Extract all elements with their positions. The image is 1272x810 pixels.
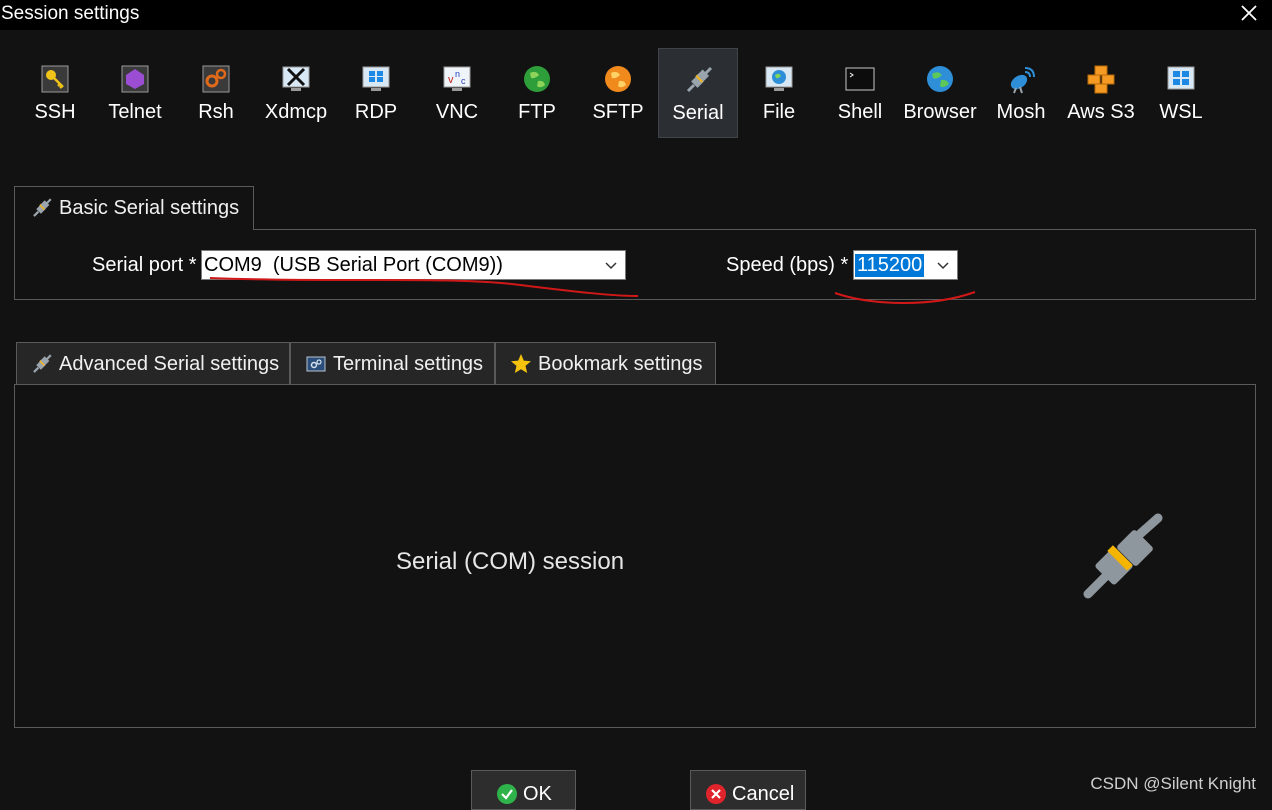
serial-plug-icon [33,198,52,217]
advanced-settings-panel [14,384,1256,728]
protocol-label: Mosh [996,101,1046,123]
mosh-satellite-icon [1010,67,1035,94]
protocol-mosh[interactable]: Mosh [981,48,1061,138]
tab-basic-serial-settings[interactable]: Basic Serial settings [14,186,254,230]
tab-terminal-settings[interactable]: Terminal settings [290,342,495,386]
protocol-ssh[interactable]: SSH [15,48,95,138]
ok-label: OK [523,783,552,805]
chevron-down-icon[interactable] [597,251,625,279]
protocol-label: Xdmcp [264,101,328,123]
protocol-label: Shell [837,101,883,123]
protocol-label: VNC [435,101,479,123]
tab-join [15,228,253,231]
close-icon[interactable] [1240,4,1258,22]
file-monitor-icon [765,66,793,91]
svg-text:v: v [448,74,454,86]
tab-bookmark-settings[interactable]: Bookmark settings [495,342,716,386]
browser-globe-icon [927,66,953,92]
tab-label: Terminal settings [333,353,484,375]
session-type-caption: Serial (COM) session [396,548,625,575]
protocol-telnet[interactable]: Telnet [95,48,175,138]
serial-plug-icon [1083,513,1163,599]
tab-label: Advanced Serial settings [59,353,280,375]
cancel-label: Cancel [732,783,795,805]
rsh-icon [202,65,230,93]
protocol-label: Browser [903,101,977,123]
ssh-key-icon [41,65,69,93]
shell-terminal-icon [845,67,875,91]
protocol-sftp[interactable]: SFTP [578,48,658,138]
serial-plug-icon [686,66,713,93]
rdp-icon [362,66,390,91]
tab-advanced-serial-settings[interactable]: Advanced Serial settings [16,342,290,386]
title-bar: Session settings [0,0,1272,30]
protocol-label: File [762,101,796,123]
window-title: Session settings [1,3,140,24]
chevron-down-icon[interactable] [929,251,957,279]
serial-port-select[interactable]: COM9 (USB Serial Port (COM9)) [201,250,626,280]
protocol-label: RDP [354,101,398,123]
protocol-rsh[interactable]: Rsh [176,48,256,138]
terminal-settings-icon [306,356,326,372]
sftp-globe-icon [605,66,631,92]
protocol-shell[interactable]: Shell [820,48,900,138]
protocol-label: Aws S3 [1067,101,1135,123]
protocol-label: Serial [672,102,724,124]
ok-button[interactable]: OK [471,770,576,810]
protocol-label: SFTP [592,101,644,123]
speed-value: 115200 [855,254,925,277]
aws-s3-icon [1087,65,1115,94]
protocol-rdp[interactable]: RDP [336,48,416,138]
telnet-icon [121,65,149,93]
protocol-browser[interactable]: Browser [900,48,980,138]
svg-text:n: n [455,69,460,79]
protocol-xdmcp[interactable]: Xdmcp [256,48,336,138]
protocol-ftp[interactable]: FTP [497,48,577,138]
protocol-label: SSH [34,101,76,123]
protocol-vnc[interactable]: v n c VNC [417,48,497,138]
vnc-icon: v n c [443,66,471,91]
protocol-label: Rsh [198,101,234,123]
wsl-windows-icon [1167,66,1195,90]
svg-text:c: c [461,76,466,86]
speed-select[interactable]: 115200 [853,250,958,280]
check-icon [497,784,517,804]
tab-label: Bookmark settings [538,353,703,375]
cancel-button[interactable]: Cancel [690,770,806,810]
protocol-file[interactable]: File [739,48,819,138]
xdmcp-icon [282,66,310,91]
ftp-globe-icon [524,66,550,92]
protocol-serial[interactable]: Serial [658,48,738,138]
serial-plug-icon [33,354,52,373]
tab-label: Basic Serial settings [59,197,240,219]
protocol-aws-s3[interactable]: Aws S3 [1061,48,1141,138]
protocol-label: Telnet [108,101,162,123]
speed-label: Speed (bps) * [726,254,849,276]
watermark: CSDN @Silent Knight [1090,774,1256,793]
close-circle-icon [706,784,726,804]
star-icon [511,354,531,373]
protocol-label: FTP [518,101,556,123]
protocol-wsl[interactable]: WSL [1141,48,1221,138]
serial-port-value: COM9 (USB Serial Port (COM9)) [204,254,503,276]
protocol-label: WSL [1159,101,1203,123]
serial-port-label: Serial port * [92,254,197,276]
